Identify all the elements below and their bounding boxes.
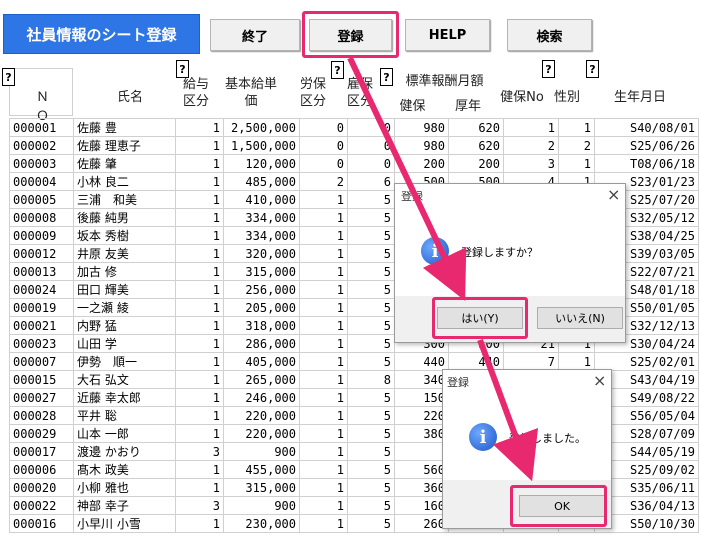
annotation-arrows <box>347 56 539 482</box>
arrow-to-ok <box>477 338 539 482</box>
arrow-to-yes <box>347 56 467 301</box>
